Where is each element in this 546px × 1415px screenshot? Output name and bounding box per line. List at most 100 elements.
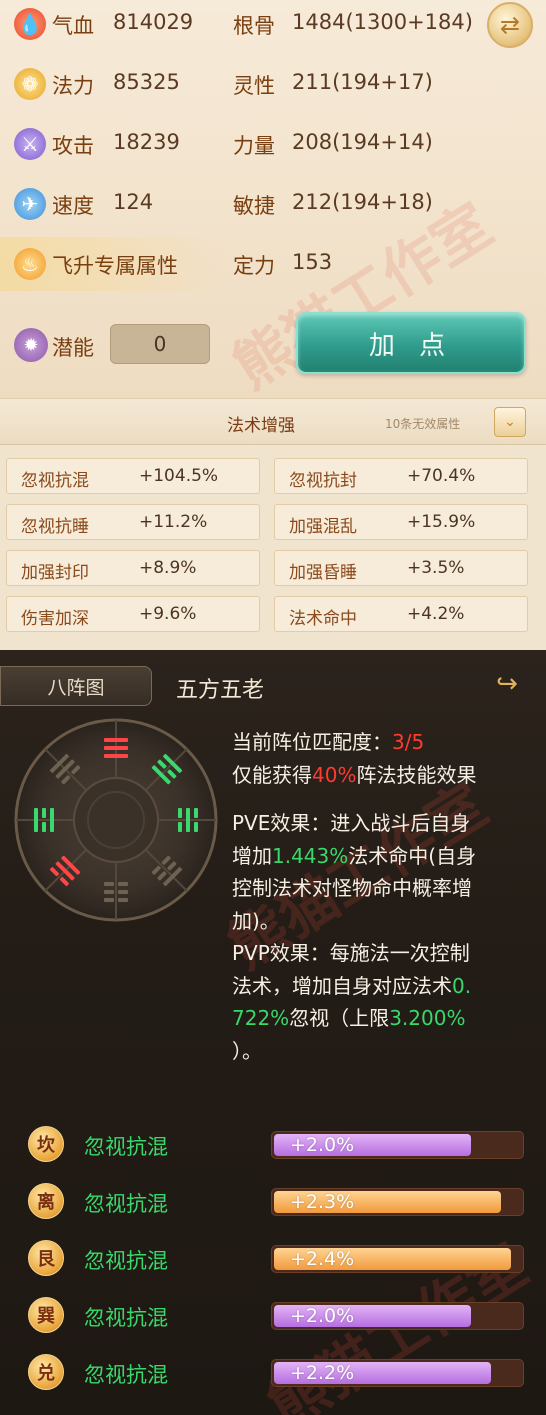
invalid-attr-hint: 10条无效属性 — [385, 417, 461, 431]
progress-bar: +2.0% — [271, 1302, 524, 1330]
stat-name: 加强混乱 — [289, 517, 357, 537]
attr-label: 力量 — [233, 134, 275, 158]
progress-bar: +2.0% — [271, 1131, 524, 1159]
attr-label: 速度 — [52, 194, 94, 218]
match-label: 当前阵位匹配度： — [232, 730, 392, 754]
desc-text: 阵法技能效果 — [356, 762, 477, 787]
attr-label: 根骨 — [233, 14, 275, 38]
pve-line: PVE效果：进入战斗后自身 — [232, 811, 471, 835]
attr-label: 法力 — [52, 74, 94, 98]
bar-label: 忽视抗混 — [84, 1363, 168, 1387]
blood-drop-icon: 💧 — [14, 8, 46, 40]
magic-enhance-panel: 法术增强 10条无效属性 ⌄ 忽视抗混 +104.5% 忽视抗封 +70.4% … — [0, 398, 546, 650]
attr-label: 定力 — [233, 254, 275, 278]
bagua-wheel[interactable] — [14, 718, 218, 922]
stat-name: 加强昏睡 — [289, 563, 357, 583]
formation-bar-row: 兑 忽视抗混 +2.2% — [0, 1350, 546, 1394]
trigram-badge: 兑 — [28, 1354, 64, 1390]
stat-name: 忽视抗混 — [21, 471, 89, 491]
attr-row-mp: ❁ 法力 85325 灵性 211(194+17) — [0, 60, 546, 120]
refresh-button[interactable]: ⇄ — [487, 2, 533, 48]
add-point-button[interactable]: 加 点 — [296, 312, 526, 374]
attr-value: 153 — [292, 250, 333, 274]
match-value: 3/5 — [392, 730, 425, 754]
bar-label: 忽视抗混 — [84, 1135, 168, 1159]
bagua-icon — [14, 718, 218, 922]
pvp-line: ）。 — [232, 1038, 262, 1063]
progress-text: +2.3% — [290, 1191, 355, 1213]
formation-description: 当前阵位匹配度：3/5 仅能获得40%阵法技能效果 PVE效果：进入战斗后自身 … — [232, 726, 536, 1067]
pvp-value: 722% — [232, 1006, 290, 1030]
attr-value: 211(194+17) — [292, 70, 433, 94]
potential-value-box: 0 — [110, 324, 210, 364]
attr-label: 攻击 — [52, 134, 94, 158]
desc-text: 仅能获得 — [232, 762, 312, 787]
progress-bar: +2.2% — [271, 1359, 524, 1387]
stat-name: 加强封印 — [21, 563, 89, 583]
stat-cell: 法术命中 +4.2% — [274, 596, 528, 632]
bar-label: 忽视抗混 — [84, 1306, 168, 1330]
attr-row-spd: ✈ 速度 124 敏捷 212(194+18) — [0, 180, 546, 240]
stat-value: +104.5% — [139, 466, 219, 486]
attr-value: 814029 — [113, 10, 194, 34]
effect-percent: 40% — [312, 762, 357, 787]
stat-cell: 加强混乱 +15.9% — [274, 504, 528, 540]
stat-value: +11.2% — [139, 512, 208, 532]
tab-bazhentu[interactable]: 八阵图 — [0, 666, 152, 706]
progress-text: +2.2% — [290, 1362, 355, 1384]
mana-swirl-icon: ❁ — [14, 68, 46, 100]
expand-button[interactable]: ⌄ — [494, 407, 526, 437]
potential-icon: ✹ — [14, 328, 48, 362]
stat-name: 伤害加深 — [21, 609, 89, 629]
stat-value: +70.4% — [407, 466, 476, 486]
attr-value: 1484(1300+184) — [292, 10, 473, 34]
stat-value: +3.5% — [407, 558, 465, 578]
progress-text: +2.0% — [290, 1305, 355, 1327]
trigram-badge: 巽 — [28, 1297, 64, 1333]
potential-label: 潜能 — [52, 336, 94, 360]
attr-value: 208(194+14) — [292, 130, 433, 154]
stat-value: +8.9% — [139, 558, 197, 578]
desc-text: 忽视（上限 — [289, 1006, 390, 1030]
refresh-icon: ⇄ — [499, 11, 521, 39]
formation-bar-row: 巽 忽视抗混 +2.0% — [0, 1293, 546, 1337]
formation-name: 五方五老 — [176, 678, 265, 703]
magic-enhance-header: 法术增强 10条无效属性 ⌄ — [0, 399, 546, 445]
attr-value: 18239 — [113, 130, 180, 154]
stat-cell: 加强封印 +8.9% — [6, 550, 260, 586]
pve-line: 控制法术对怪物命中概率增 — [232, 876, 472, 900]
formation-bar-row: 坎 忽视抗混 +2.0% — [0, 1122, 546, 1166]
bar-label: 忽视抗混 — [84, 1249, 168, 1273]
stat-cell: 忽视抗混 +104.5% — [6, 458, 260, 494]
stat-name: 法术命中 — [289, 609, 357, 629]
stat-value: +4.2% — [407, 604, 465, 624]
trigram-badge: 离 — [28, 1183, 64, 1219]
trigram-badge: 艮 — [28, 1240, 64, 1276]
formation-panel: 熊猫工作室 熊猫工作室 八阵图 五方五老 ↪ 当前阵位匹配度：3/5 仅能获得4… — [0, 650, 546, 1415]
formation-bar-row: 艮 忽视抗混 +2.4% — [0, 1236, 546, 1280]
attr-label: 气血 — [52, 14, 94, 38]
attr-row-feisheng: ♨ 飞升专属属性 定力 153 — [0, 240, 546, 300]
stat-name: 忽视抗睡 — [21, 517, 89, 537]
share-button[interactable]: ↪ — [484, 664, 530, 704]
chevron-down-icon: ⌄ — [504, 414, 516, 430]
feisheng-label[interactable]: 飞升专属属性 — [52, 250, 178, 280]
progress-text: +2.0% — [290, 1134, 355, 1156]
formation-bar-row: 离 忽视抗混 +2.3% — [0, 1179, 546, 1223]
attr-label: 灵性 — [233, 74, 275, 98]
attr-row-hp: 💧 气血 814029 根骨 1484(1300+184) ⇄ — [0, 0, 546, 60]
attr-row-atk: ⚔ 攻击 18239 力量 208(194+14) — [0, 120, 546, 180]
attribute-panel: 熊猫工作室 💧 气血 814029 根骨 1484(1300+184) ⇄ ❁ … — [0, 0, 546, 398]
trigram-badge: 坎 — [28, 1126, 64, 1162]
attr-value: 212(194+18) — [292, 190, 433, 214]
stat-name: 忽视抗封 — [289, 471, 357, 491]
desc-text: 法术，增加自身对应法术 — [232, 973, 452, 998]
stat-cell: 忽视抗封 +70.4% — [274, 458, 528, 494]
pvp-value: 0. — [452, 973, 472, 998]
progress-bar: +2.3% — [271, 1188, 524, 1216]
share-icon: ↪ — [496, 669, 518, 699]
stat-cell: 加强昏睡 +3.5% — [274, 550, 528, 586]
stat-value: +9.6% — [139, 604, 197, 624]
pve-line: 加)。 — [232, 908, 280, 933]
progress-text: +2.4% — [290, 1248, 355, 1270]
